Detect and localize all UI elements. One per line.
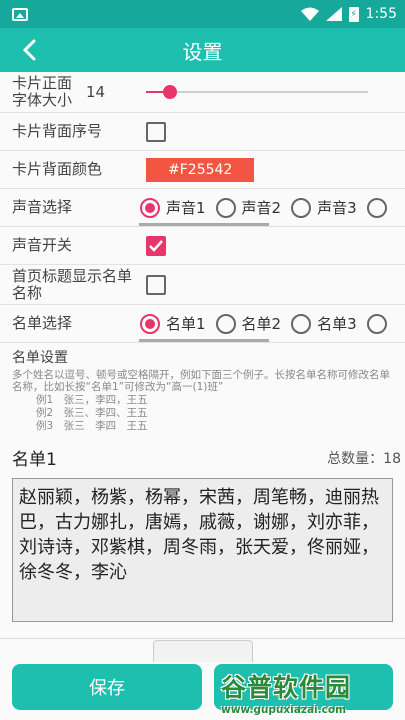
- example-2: 例2 张三、李四、王五: [36, 407, 148, 419]
- partially-hidden-button[interactable]: [153, 640, 253, 662]
- sound-option-2[interactable]: 声音2: [215, 197, 281, 218]
- home-title-label: 首页标题显示名单名称: [12, 266, 133, 302]
- sound-option-3[interactable]: 声音3: [291, 197, 357, 218]
- back-color-label: 卡片背面颜色: [12, 160, 103, 178]
- back-color-swatch[interactable]: #F25542: [146, 157, 254, 182]
- back-index-label: 卡片背面序号: [12, 122, 103, 140]
- sound-select-label: 声音选择: [12, 198, 73, 216]
- save-button[interactable]: 保存: [12, 664, 202, 710]
- radio-icon: [291, 313, 312, 334]
- current-list-name[interactable]: 名单1: [12, 445, 57, 470]
- page-title: 设置: [182, 39, 223, 64]
- list-option-3[interactable]: 名单3: [291, 313, 357, 334]
- home-title-row: 首页标题显示名单名称: [0, 265, 405, 305]
- status-time: 1:55: [365, 6, 397, 22]
- list-settings-title: 名单设置: [12, 350, 68, 366]
- list-option-1[interactable]: 名单1: [140, 313, 206, 334]
- radio-icon: [366, 197, 387, 218]
- sound-switch-checkbox[interactable]: [146, 235, 166, 256]
- watermark-text: 谷普软件园: [221, 673, 352, 702]
- current-list-header: 名单1 总数量：18: [0, 445, 405, 470]
- example-3: 例3 张三 李四 王五: [36, 420, 148, 432]
- list-settings-hint: 多个姓名以逗号、顿号或空格隔开，例如下面三个例子。长按名单名称可修改名单名称，比…: [12, 369, 390, 393]
- app-bar: 设置: [0, 28, 405, 72]
- back-color-row: 卡片背面颜色 #F25542: [0, 151, 405, 189]
- status-bar: ⚡ 1:55: [0, 0, 405, 28]
- example-1: 例1 张三，李四，王五: [36, 394, 148, 406]
- wifi-icon: [300, 7, 319, 21]
- list-settings-section: 名单设置 多个姓名以逗号、顿号或空格隔开，例如下面三个例子。长按名单名称可修改名…: [0, 343, 405, 433]
- radio-selected-icon: [140, 197, 160, 218]
- list-option-2[interactable]: 名单2: [215, 313, 281, 334]
- list-examples: 例1 张三，李四，王五 例2 张三、李四、王五 例3 张三 李四 王五: [12, 394, 393, 433]
- slider-thumb[interactable]: [163, 85, 177, 99]
- names-textarea[interactable]: 赵丽颖，杨紫，杨幂，宋茜，周笔畅，迪丽热巴，古力娜扎，唐嫣，戚薇，谢娜，刘亦菲，…: [12, 478, 393, 622]
- watermark-url: www.gupuxiazai.com: [221, 704, 347, 716]
- radio-icon: [215, 313, 236, 334]
- list-count: 总数量：18: [327, 448, 401, 468]
- sound-option-1[interactable]: 声音1: [140, 197, 206, 218]
- list-radio-group: 名单1 名单2 名单3: [140, 305, 403, 342]
- back-arrow-icon[interactable]: [16, 36, 44, 64]
- home-title-checkbox[interactable]: [146, 274, 166, 295]
- radio-icon: [291, 197, 312, 218]
- watermark-logo: 谷普软件园 www.gupuxiazai.com: [221, 668, 401, 718]
- radio-selected-icon: [140, 313, 160, 334]
- count-value: 18: [383, 450, 401, 467]
- image-notification-icon: [12, 7, 28, 21]
- font-size-row: 卡片正面字体大小 14: [0, 72, 405, 113]
- back-index-row: 卡片背面序号: [0, 113, 405, 151]
- radio-icon: [366, 313, 387, 334]
- font-size-value: 14: [86, 83, 106, 101]
- font-size-label: 卡片正面字体大小: [12, 74, 73, 109]
- sound-option-4-partial[interactable]: [366, 197, 393, 218]
- radio-icon: [215, 197, 236, 218]
- sound-radio-group: 声音1 声音2 声音3: [140, 189, 403, 226]
- signal-icon: [325, 7, 342, 21]
- list-select-label: 名单选择: [12, 314, 73, 332]
- list-select-row: 名单选择 名单1 名单2 名单3: [0, 305, 405, 343]
- count-label: 总数量：: [327, 450, 384, 467]
- divider: [0, 638, 405, 639]
- horizontal-scrollbar[interactable]: [139, 223, 269, 226]
- battery-icon: ⚡: [348, 6, 359, 22]
- back-index-checkbox[interactable]: [146, 121, 166, 142]
- sound-switch-row: 声音开关: [0, 227, 405, 265]
- font-size-slider[interactable]: [146, 82, 368, 102]
- sound-select-row: 声音选择 声音1 声音2 声音3: [0, 189, 405, 227]
- horizontal-scrollbar[interactable]: [139, 339, 269, 342]
- check-icon: [149, 239, 163, 252]
- list-option-4-partial[interactable]: [366, 313, 393, 334]
- sound-switch-label: 声音开关: [12, 236, 73, 254]
